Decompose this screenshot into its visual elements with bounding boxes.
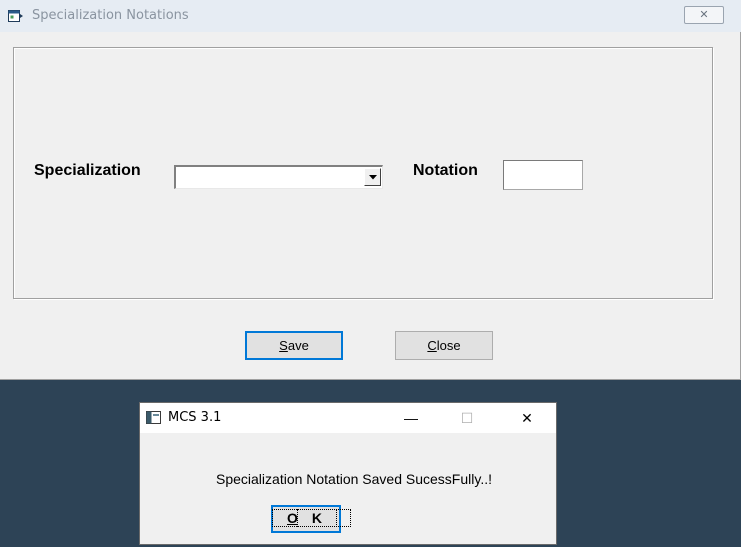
notation-label: Notation bbox=[413, 162, 478, 179]
message-close-button[interactable]: ✕ bbox=[504, 403, 550, 433]
specialization-dropdown[interactable] bbox=[174, 165, 383, 189]
ok-label: OK bbox=[271, 509, 352, 527]
message-text: Specialization Notation Saved SucessFull… bbox=[216, 471, 492, 487]
notation-input[interactable] bbox=[503, 160, 583, 190]
console-window-icon bbox=[146, 411, 161, 424]
window-title: Specialization Notations bbox=[32, 8, 189, 23]
app-window-icon bbox=[8, 10, 23, 22]
specialization-notations-window: Specialization Notations ✕ Specializatio… bbox=[0, 0, 741, 380]
save-mnemonic: S bbox=[279, 338, 288, 353]
message-box-title-bar[interactable]: MCS 3.1 — ☐ ✕ bbox=[140, 403, 556, 433]
close-label-rest: lose bbox=[436, 338, 461, 353]
title-bar[interactable]: Specialization Notations ✕ bbox=[0, 0, 741, 32]
message-box-dialog: MCS 3.1 — ☐ ✕ Specialization Notation Sa… bbox=[139, 402, 557, 545]
ok-button[interactable]: OK bbox=[271, 505, 352, 533]
save-label-rest: ave bbox=[287, 338, 309, 353]
minimize-button[interactable]: — bbox=[388, 403, 434, 433]
message-box-title: MCS 3.1 bbox=[168, 410, 222, 425]
ok-mnemonic: O bbox=[287, 510, 298, 526]
close-window-button[interactable]: ✕ bbox=[684, 6, 724, 24]
specialization-label: Specialization bbox=[34, 162, 141, 179]
ok-label-rest: K bbox=[296, 509, 338, 527]
chevron-down-icon bbox=[369, 175, 377, 180]
dropdown-arrow-button[interactable] bbox=[364, 168, 381, 186]
close-button[interactable]: Close bbox=[395, 331, 493, 360]
save-button[interactable]: Save bbox=[245, 331, 343, 360]
close-mnemonic: C bbox=[427, 338, 437, 353]
maximize-button[interactable]: ☐ bbox=[444, 403, 490, 433]
